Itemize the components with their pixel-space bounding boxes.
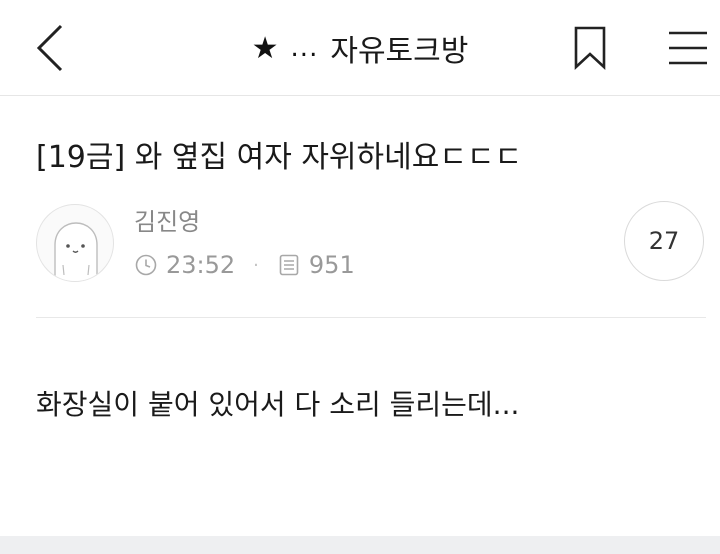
title-ellipsis: ...: [290, 33, 319, 63]
top-navigation-bar: ★ ... 자유토크방: [0, 0, 720, 96]
comment-count-button[interactable]: 27: [624, 201, 704, 281]
comment-count: 27: [648, 227, 680, 255]
post-body: 화장실이 붙어 있어서 다 소리 들리는데...: [36, 388, 520, 421]
hamburger-menu-icon: [669, 31, 707, 65]
author-name[interactable]: 김진영: [134, 205, 200, 239]
default-avatar-icon: [54, 222, 98, 281]
view-count: 951: [308, 251, 355, 279]
chevron-left-icon: [36, 24, 63, 72]
post-screen: ★ ... 자유토크방 [19금] 와 옆집 여자 자위하네요ㄷㄷㄷ 김진영 2…: [0, 0, 720, 554]
meta-separator: ·: [253, 254, 259, 276]
document-icon: [277, 253, 301, 277]
star-icon: ★: [251, 30, 279, 66]
post-meta: 23:52 · 951: [134, 248, 355, 282]
board-title[interactable]: ★ ... 자유토크방: [150, 28, 570, 70]
clock-icon: [134, 253, 158, 277]
back-button[interactable]: [22, 20, 78, 76]
author-avatar[interactable]: [36, 204, 114, 282]
board-name: 자유토크방: [330, 34, 469, 69]
bookmark-button[interactable]: [562, 20, 618, 76]
header-divider: [36, 317, 706, 318]
bottom-section-separator: [0, 536, 720, 554]
post-title: [19금] 와 옆집 여자 자위하네요ㄷㄷㄷ: [36, 140, 523, 175]
bookmark-icon: [574, 26, 606, 70]
menu-button[interactable]: [660, 20, 716, 76]
post-time: 23:52: [166, 251, 236, 279]
